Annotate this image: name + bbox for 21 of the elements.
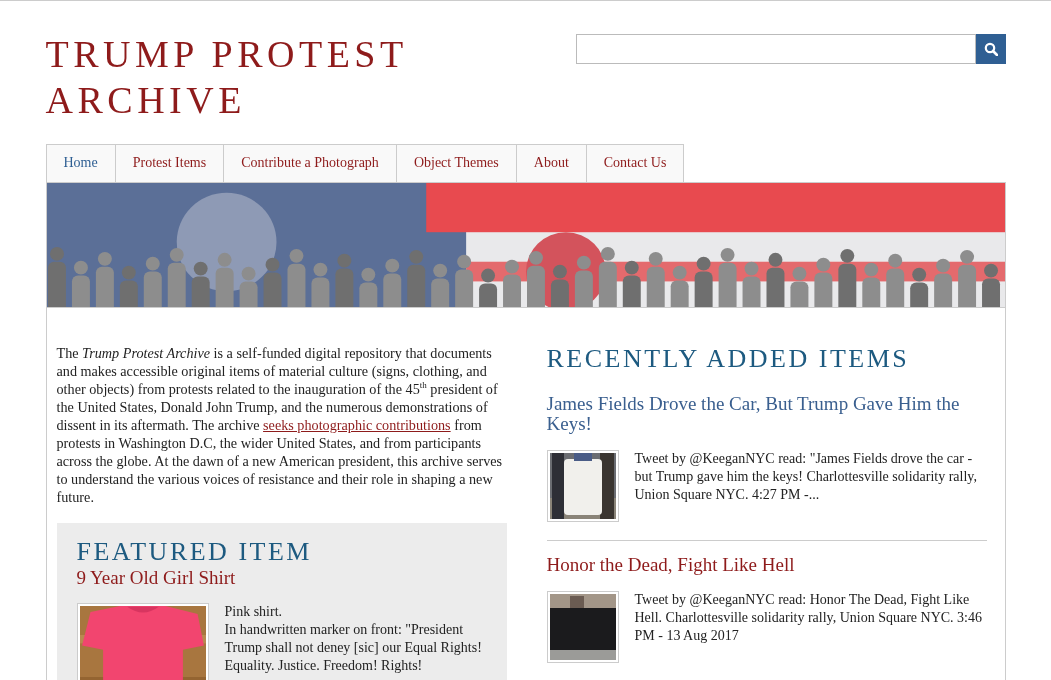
nav-tab[interactable]: Contribute a Photograph bbox=[224, 144, 397, 182]
section-heading: RECENTLY ADDED ITEMS bbox=[546, 344, 911, 374]
item-description: Tweet by @KeeganNYC read: Honor The Dead, Fight Like Hell. Charlottesville solidarity rally, Union Square NYC. 3:46 PM - 13 Aug 2017 bbox=[634, 591, 983, 645]
item-description: In handwritten marker on front: "President Trump shall not deney [sic] our Equal Rights! Equality. Justice. Freedom! Rights! bbox=[224, 621, 483, 675]
item-title[interactable]: James Fields Drove the Car, But Trump Gave Him the Keys! bbox=[546, 394, 987, 434]
section-heading: FEATURED ITEM bbox=[76, 537, 313, 567]
item-description: Pink shirt. bbox=[224, 603, 284, 621]
search-icon bbox=[983, 42, 998, 56]
item-title[interactable]: 9 Year Old Girl Shirt bbox=[76, 567, 487, 589]
nav-tab[interactable]: Object Themes bbox=[396, 144, 517, 182]
nav-tab[interactable]: About bbox=[516, 144, 587, 182]
item-description: Tweet by @KeeganNYC read: "James Fields drove the car - but Trump gave him the keys! Charlottesville solidarity rally, Union Square NYC. 4:27 PM -... bbox=[634, 450, 978, 504]
nav-tab[interactable]: Protest Items bbox=[115, 144, 225, 182]
search-field[interactable] bbox=[575, 34, 976, 64]
nav-tab[interactable]: Contact Us bbox=[586, 144, 685, 182]
site-title[interactable]: TRUMP PROTEST ARCHIVE bbox=[45, 31, 446, 123]
item-title[interactable]: Honor the Dead, Fight Like Hell bbox=[546, 555, 987, 575]
link[interactable]: seeks photographic contributions bbox=[263, 417, 451, 433]
search-button[interactable] bbox=[975, 34, 1006, 64]
intro-paragraph: The Trump Protest Archive is a self-funded digital repository that documents and makes accessible original items of material culture (signs, clothing, and other objects) from protests related to the inauguration of the 45$^{th}$ president of the United States, Donald John Trump, and the numerous demonstrations of dissent in its aftermath. The archive seeks photographic contributions from protests in Washington D.C, the wider United States, and from participants across the globe. At the dawn of a new American president, this archive serves to understand the various voices of resistance and their role in shaping a new future. bbox=[56, 344, 504, 506]
nav-tab[interactable]: Home bbox=[45, 144, 116, 182]
